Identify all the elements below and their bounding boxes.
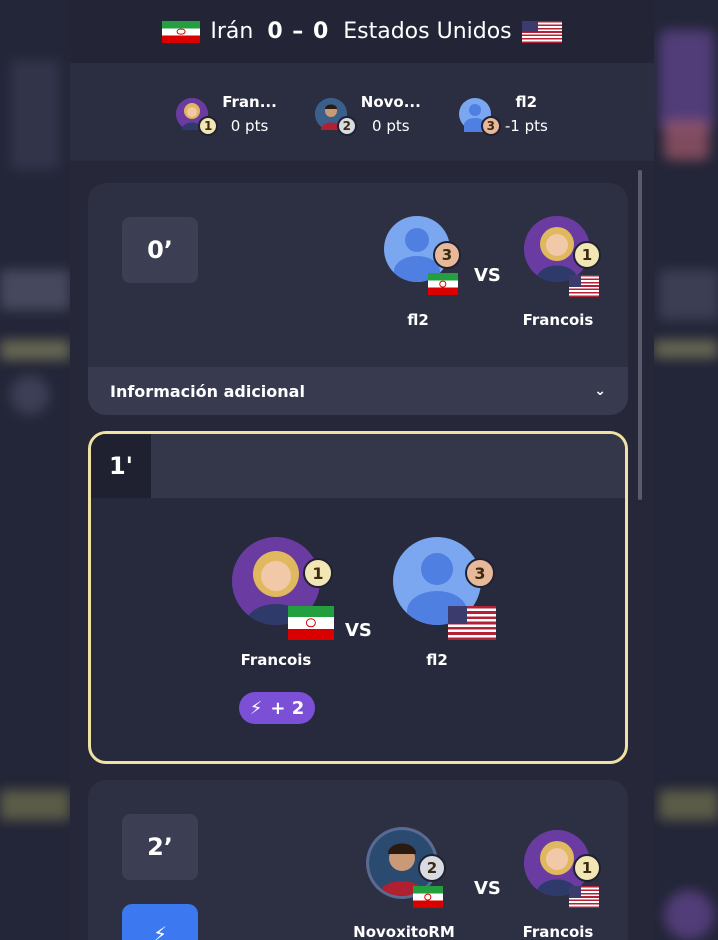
usa-flag-icon <box>521 20 562 43</box>
chevron-down-icon: ⌄ <box>594 383 606 399</box>
minute-label: 1' <box>91 434 151 498</box>
rank-badge: 3 <box>480 116 501 136</box>
usa-flag-icon <box>569 886 599 908</box>
bonus-points: + 2 <box>270 697 305 719</box>
match-score: 0 – 0 <box>267 19 330 44</box>
rank-badge: 3 <box>433 241 461 269</box>
player-name: fl2 <box>407 311 429 329</box>
minute-label: 0’ <box>122 217 198 283</box>
lightning-icon: ⚡︎ <box>152 922 168 940</box>
rank-badge: 1 <box>303 558 333 588</box>
event-card: 0’ 3 VS 1 fl2 Francois Información adici… <box>88 183 628 415</box>
player-name: fl2 <box>426 651 448 669</box>
avatar: 2 <box>314 98 357 136</box>
leaderboard-points: 0 pts <box>230 117 269 135</box>
lightning-icon: ⚡︎ <box>249 697 263 719</box>
iran-flag-icon <box>162 20 201 43</box>
avatar: 1 <box>176 98 219 136</box>
rank-badge: 2 <box>336 116 357 136</box>
leaderboard: 1 Fran... 0 pts 2 Novo... 0 pts 3 fl2 -1… <box>70 63 654 161</box>
vs-label: VS <box>474 265 501 286</box>
player-name: NovoxitoRM <box>353 923 455 940</box>
iran-flag-icon <box>413 886 443 908</box>
away-team-name: Estados Unidos <box>343 19 512 44</box>
blurred-background-right <box>654 0 718 940</box>
leaderboard-name: Fran... <box>222 93 277 111</box>
boost-button[interactable]: ⚡︎ <box>122 904 198 940</box>
avatar: 3 <box>458 98 501 136</box>
vs-label: VS <box>474 878 501 899</box>
event-card-active: 1' 1 VS 3 Francois fl2 ⚡︎ + 2 <box>88 431 628 764</box>
event-card: 2’ 2 VS 1 NovoxitoRM Francois ⚡︎ <box>88 780 628 940</box>
card-header <box>91 434 625 498</box>
player-name: Francois <box>522 923 594 940</box>
rank-badge: 1 <box>573 854 601 882</box>
rank-badge: 1 <box>198 116 219 136</box>
vs-label: VS <box>345 620 372 641</box>
iran-flag-icon <box>288 606 334 640</box>
match-app: Irán 0 – 0 Estados Unidos 1 Fran... 0 pt… <box>70 0 654 940</box>
rank-badge: 1 <box>573 241 601 269</box>
additional-info-toggle[interactable]: Información adicional ⌄ <box>88 367 628 415</box>
home-team-name: Irán <box>210 19 254 44</box>
leaderboard-item[interactable]: 2 Novo... 0 pts <box>314 90 421 138</box>
additional-info-label: Información adicional <box>110 381 305 401</box>
bonus-points-pill: ⚡︎ + 2 <box>239 692 315 724</box>
usa-flag-icon <box>448 606 496 640</box>
blurred-background-left <box>0 0 70 940</box>
leaderboard-item[interactable]: 3 fl2 -1 pts <box>458 90 548 138</box>
leaderboard-name: fl2 <box>515 93 538 111</box>
leaderboard-name: Novo... <box>360 93 421 111</box>
minute-label: 2’ <box>122 814 198 880</box>
leaderboard-points: -1 pts <box>504 117 548 135</box>
match-header: Irán 0 – 0 Estados Unidos <box>70 0 654 63</box>
usa-flag-icon <box>569 275 599 297</box>
player-name: Francois <box>522 311 594 329</box>
iran-flag-icon <box>428 273 458 295</box>
rank-badge: 3 <box>465 558 495 588</box>
event-feed: 0’ 3 VS 1 fl2 Francois Información adici… <box>70 161 654 940</box>
leaderboard-item[interactable]: 1 Fran... 0 pts <box>176 90 277 138</box>
rank-badge: 2 <box>418 854 446 882</box>
leaderboard-points: 0 pts <box>372 117 410 135</box>
player-name: Francois <box>240 651 312 669</box>
